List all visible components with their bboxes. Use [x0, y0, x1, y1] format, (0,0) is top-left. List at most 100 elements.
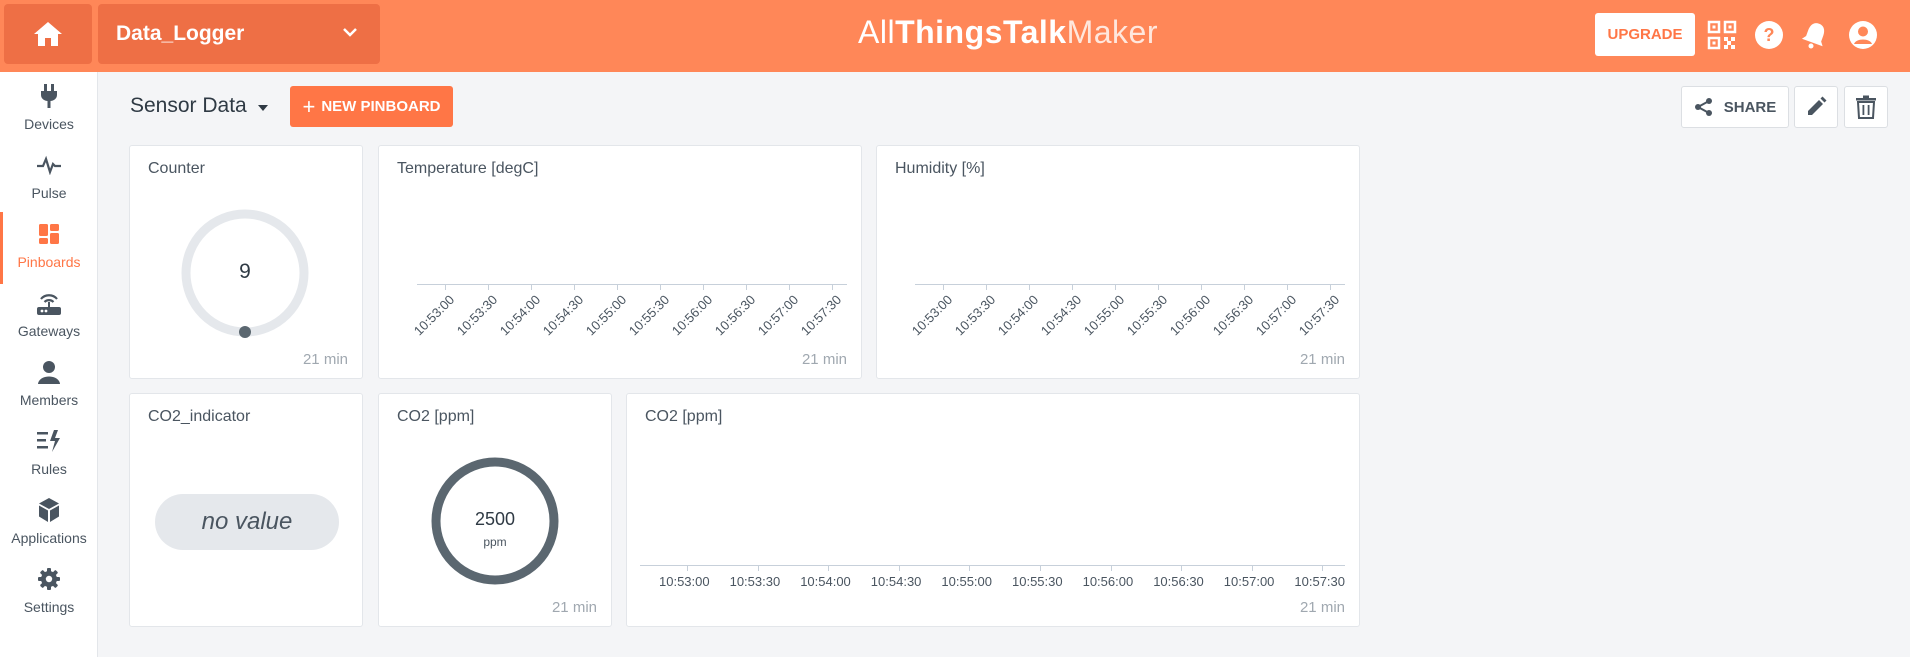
- brand-logo: AllThingsTalkMaker: [858, 14, 1158, 50]
- rules-icon: [36, 423, 62, 459]
- sidebar-item-pulse[interactable]: Pulse: [0, 147, 98, 215]
- axis-tick-label: 10:54:30: [1038, 292, 1085, 339]
- last-updated: 21 min: [302, 351, 348, 368]
- axis-tick-label: 10:57:30: [1294, 574, 1345, 589]
- axis-tick: [1330, 284, 1331, 290]
- axis-tick: [703, 284, 704, 290]
- axis-tick-label: 10:53:30: [729, 574, 781, 589]
- axis-tick: [1158, 284, 1159, 290]
- axis-tick: [687, 565, 688, 571]
- plug-icon: [37, 78, 61, 114]
- delete-button[interactable]: [1844, 86, 1888, 128]
- trash-icon: [1856, 95, 1876, 119]
- axis-tick-label: 10:55:30: [1124, 292, 1171, 339]
- home-button[interactable]: [4, 4, 92, 64]
- card-title: Counter: [148, 160, 205, 177]
- last-updated: 21 min: [1299, 599, 1345, 616]
- axis-tick: [757, 565, 759, 571]
- upgrade-button[interactable]: UPGRADE: [1595, 13, 1695, 56]
- axis-tick: [531, 284, 532, 290]
- axis-tick: [445, 284, 446, 290]
- axis-tick-label: 10:55:30: [1012, 574, 1063, 589]
- card-title: Humidity [%]: [895, 160, 985, 177]
- last-updated: 21 min: [801, 351, 847, 368]
- axis-tick-label: 10:57:30: [798, 292, 845, 339]
- axis-tick: [943, 284, 944, 290]
- axis-tick: [898, 565, 900, 571]
- axis-tick: [1251, 565, 1253, 571]
- device-selector[interactable]: Data_Logger: [98, 4, 380, 64]
- axis-tick-label: 10:53:00: [659, 574, 710, 589]
- temperature-card[interactable]: Temperature [degC] 21 min 10:53:00 10:53:…: [378, 145, 862, 379]
- axis-tick-label: 10:54:00: [995, 292, 1042, 339]
- pinboard-selector[interactable]: Sensor Data: [130, 94, 269, 118]
- pencil-icon: [1808, 96, 1827, 115]
- axis-tick-label: 10:57:30: [1296, 292, 1343, 339]
- card-title: CO2_indicator: [148, 408, 251, 425]
- account-icon[interactable]: [1846, 18, 1880, 52]
- axis-tick-label: 10:54:30: [870, 574, 922, 589]
- axis-tick-label: 10:57:00: [1223, 574, 1275, 589]
- co2-gauge-card[interactable]: CO2 [ppm] 2500 ppm 21 min: [378, 393, 612, 627]
- axis-tick: [1181, 565, 1183, 571]
- device-name: Data_Logger: [116, 22, 245, 45]
- co2-unit: ppm: [483, 535, 507, 549]
- axis-tick-label: 10:54:00: [800, 574, 851, 589]
- indicator-value: no value: [155, 494, 339, 550]
- help-icon[interactable]: ?: [1752, 18, 1786, 52]
- user-icon: [37, 354, 61, 390]
- counter-card[interactable]: Counter 9 21 min: [129, 145, 363, 379]
- sidebar-item-members[interactable]: Members: [0, 354, 98, 422]
- edit-button[interactable]: [1794, 86, 1838, 128]
- axis-tick-label: 10:57:00: [1253, 292, 1300, 339]
- axis-tick-label: 10:55:00: [941, 574, 992, 589]
- sidebar-item-devices[interactable]: Devices: [0, 78, 98, 146]
- axis-tick: [1029, 284, 1030, 290]
- co2-chart-card[interactable]: CO2 [ppm] 21 min 10:53:00 10:53:30 10:54:0…: [626, 393, 1360, 627]
- pulse-icon: [36, 147, 62, 183]
- pinboard-name: Sensor Data: [130, 94, 247, 117]
- axis-tick-label: 10:57:00: [755, 292, 802, 339]
- card-title: CO2 [ppm]: [397, 408, 475, 425]
- axis-tick-label: 10:55:00: [1081, 292, 1128, 339]
- card-title: Temperature [degC]: [397, 160, 539, 177]
- axis-tick: [1072, 284, 1073, 290]
- co2-value: 2500: [474, 509, 516, 529]
- gear-icon: [37, 561, 61, 597]
- caret-down-icon: [257, 105, 268, 111]
- x-axis: [640, 565, 1345, 566]
- axis-tick-label: 10:56:30: [1210, 292, 1257, 339]
- axis-tick-label: 10:53:30: [952, 292, 999, 339]
- pinboards-icon: [38, 216, 60, 252]
- sidebar-item-gateways[interactable]: Gateways: [0, 285, 98, 353]
- chevron-down-icon: [343, 28, 357, 37]
- axis-tick: [789, 284, 790, 290]
- gateway-icon: [35, 285, 63, 321]
- counter-value: 9: [239, 260, 251, 283]
- co2-indicator-card[interactable]: CO2_indicator no value: [129, 393, 363, 627]
- axis-tick: [1287, 284, 1288, 290]
- share-button[interactable]: SHARE: [1681, 86, 1789, 128]
- axis-tick-label: 10:55:00: [583, 292, 630, 339]
- sidebar: Devices Pulse Pinboards Gateways Members…: [0, 72, 98, 657]
- axis-tick: [1040, 565, 1041, 571]
- sidebar-item-pinboards[interactable]: Pinboards: [0, 212, 98, 284]
- sidebar-item-applications[interactable]: Applications: [0, 492, 98, 560]
- bell-icon[interactable]: [1798, 18, 1832, 52]
- axis-tick: [660, 284, 661, 290]
- axis-tick: [986, 284, 987, 290]
- sidebar-item-settings[interactable]: Settings: [0, 561, 98, 629]
- qr-code-icon[interactable]: [1705, 18, 1739, 52]
- humidity-card[interactable]: Humidity [%] 21 min 10:53:00 10:53:30 10:5…: [876, 145, 1360, 379]
- axis-tick-label: 10:54:30: [540, 292, 587, 339]
- axis-tick-label: 10:53:00: [909, 292, 956, 339]
- new-pinboard-button[interactable]: + NEW PINBOARD: [290, 86, 453, 127]
- svg-text:?: ?: [1764, 25, 1775, 45]
- axis-tick: [1110, 565, 1112, 571]
- sidebar-item-rules[interactable]: Rules: [0, 423, 98, 491]
- axis-tick: [1244, 284, 1245, 290]
- axis-tick: [828, 565, 830, 571]
- x-axis: [417, 284, 847, 285]
- plus-icon: +: [302, 93, 316, 119]
- axis-tick-label: 10:56:30: [1153, 574, 1204, 589]
